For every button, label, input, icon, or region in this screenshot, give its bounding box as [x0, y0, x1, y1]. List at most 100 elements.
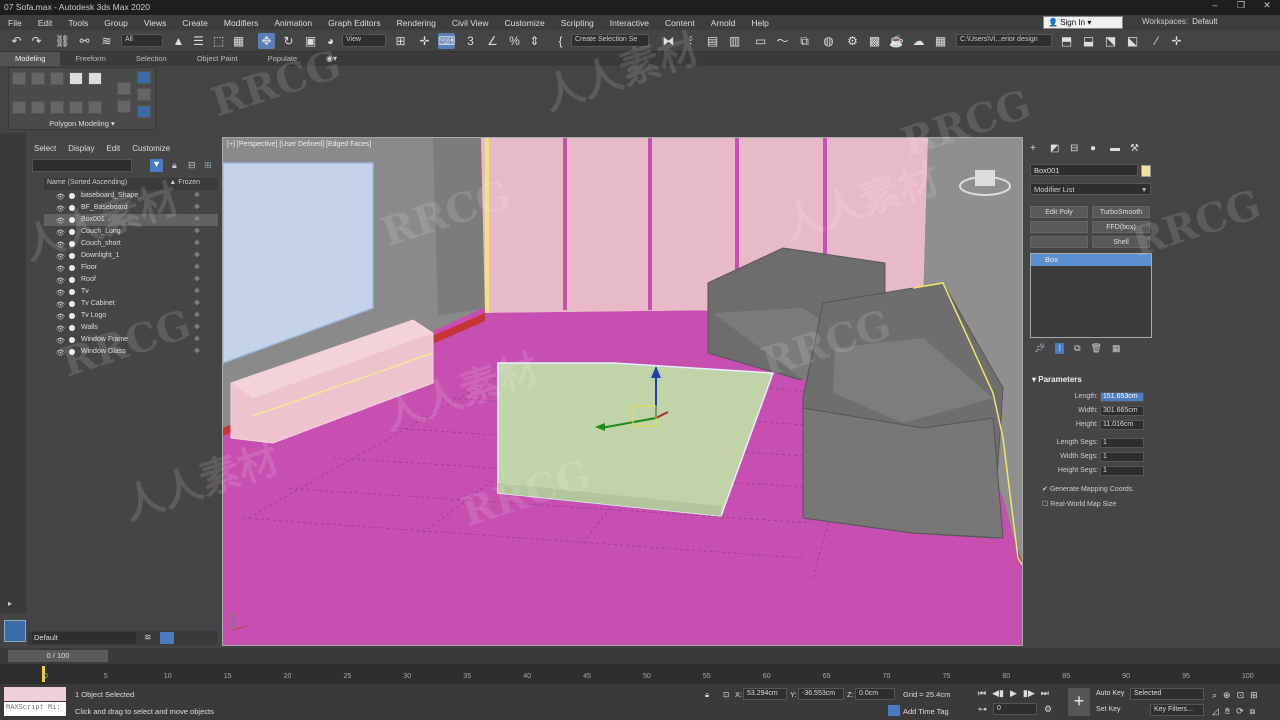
- project-icon-3[interactable]: ⬔: [1102, 33, 1119, 49]
- freeze-toggle-icon[interactable]: ✱: [194, 190, 200, 202]
- real-world-map-checkbox[interactable]: ☐ Real-World Map Size: [1042, 500, 1116, 508]
- toggle-scene-explorer-icon[interactable]: ▤: [704, 33, 721, 49]
- close-icon[interactable]: ✕: [1254, 0, 1280, 15]
- graphite-icon-9[interactable]: [137, 88, 151, 101]
- scene-row[interactable]: 👁︎ Window Glass ✱: [44, 346, 218, 358]
- menu-animation[interactable]: Animation: [266, 18, 320, 28]
- render-setup-icon[interactable]: ⚙: [844, 33, 861, 49]
- modifier-button-shell[interactable]: Shell: [1092, 236, 1150, 248]
- select-and-rotate-icon[interactable]: ↻: [280, 33, 297, 49]
- param-spinner[interactable]: 11.016cm: [1100, 420, 1144, 430]
- toggle-layer-explorer-icon[interactable]: ▥: [726, 33, 743, 49]
- undo-icon[interactable]: ↶: [8, 33, 25, 49]
- freeze-toggle-icon[interactable]: ✱: [194, 286, 200, 298]
- perspective-viewport[interactable]: [+] [Perspective] [User Defined] [Edged …: [222, 137, 1023, 646]
- empty-modifier-slot[interactable]: [1030, 236, 1088, 248]
- layer-stack-icon[interactable]: ≋: [144, 632, 152, 643]
- reference-coord-dropdown[interactable]: View: [342, 34, 386, 47]
- freeze-toggle-icon[interactable]: ✱: [194, 238, 200, 250]
- play-icon[interactable]: ▶: [1010, 688, 1017, 699]
- freeze-toggle-icon[interactable]: ✱: [194, 346, 200, 358]
- a360-gallery-icon[interactable]: ▦: [932, 33, 949, 49]
- spinner-snap-icon[interactable]: ⇕: [526, 33, 543, 49]
- maxscript-listener-output[interactable]: [4, 687, 66, 701]
- render-dot-icon[interactable]: [69, 205, 75, 211]
- current-layer-dropdown[interactable]: Default: [32, 632, 136, 644]
- scene-row[interactable]: 👁︎ Roof ✱: [44, 274, 218, 286]
- edit-named-selection-icon[interactable]: {: [552, 33, 569, 49]
- minimize-icon[interactable]: –: [1202, 0, 1228, 15]
- modifier-button-turbosmooth[interactable]: TurboSmooth: [1092, 206, 1150, 218]
- scene-row[interactable]: 👁︎ Window Frame ✱: [44, 334, 218, 346]
- key-mode-icon[interactable]: ⊶: [978, 704, 987, 715]
- current-frame-field[interactable]: 0: [993, 703, 1037, 715]
- menu-modifiers[interactable]: Modifiers: [216, 18, 266, 28]
- named-selection-sets-dropdown[interactable]: Create Selection Se: [571, 34, 649, 47]
- param-spinner[interactable]: 1: [1100, 466, 1144, 476]
- freeze-toggle-icon[interactable]: ✱: [194, 262, 200, 274]
- lock-icon[interactable]: 🔒︎: [172, 160, 177, 171]
- absolute-mode-icon[interactable]: ⊡: [723, 690, 729, 699]
- render-dot-icon[interactable]: [69, 289, 75, 295]
- render-dot-icon[interactable]: [69, 301, 75, 307]
- freeze-toggle-icon[interactable]: ✱: [194, 226, 200, 238]
- render-production-icon[interactable]: ☕: [888, 33, 905, 49]
- menu-arnold[interactable]: Arnold: [703, 18, 744, 28]
- ribbon-tab-selection[interactable]: Selection: [121, 52, 182, 66]
- graphite-icon-4[interactable]: [69, 101, 83, 114]
- menu-help[interactable]: Help: [743, 18, 776, 28]
- scene-row[interactable]: 👁︎ Walls ✱: [44, 322, 218, 334]
- render-dot-icon[interactable]: [69, 229, 75, 235]
- menu-customize[interactable]: Customize: [497, 18, 553, 28]
- scene-row[interactable]: 👁︎ Tv Logo ✱: [44, 310, 218, 322]
- modifier-button-ffd-box-[interactable]: FFD(box): [1092, 221, 1150, 233]
- selection-filter-dropdown[interactable]: All: [121, 34, 163, 47]
- scene-row[interactable]: 👁︎ Couch_Long ✱: [44, 226, 218, 238]
- scene-search-input[interactable]: [32, 159, 132, 172]
- scene-menu-customize[interactable]: Customize: [126, 144, 176, 153]
- go-to-start-icon[interactable]: ⏮: [978, 688, 986, 699]
- render-dot-icon[interactable]: [69, 349, 75, 355]
- crosshair-icon[interactable]: ✛: [1168, 33, 1185, 49]
- link-icon[interactable]: ⛓: [54, 33, 71, 49]
- zoom-extents-icon[interactable]: ⊡: [1237, 690, 1245, 701]
- visibility-eye-icon[interactable]: 👁︎: [56, 348, 65, 360]
- menu-content[interactable]: Content: [657, 18, 703, 28]
- make-unique-icon[interactable]: ⧉: [1074, 343, 1080, 354]
- time-cursor[interactable]: [42, 666, 45, 682]
- menu-tools[interactable]: Tools: [60, 18, 96, 28]
- render-dot-icon[interactable]: [69, 217, 75, 223]
- expand-arrow-icon[interactable]: ▸: [8, 599, 12, 608]
- utilities-tab-icon[interactable]: ⚒: [1130, 143, 1144, 155]
- modifier-list-dropdown[interactable]: Modifier List ▾: [1030, 183, 1151, 195]
- scene-row[interactable]: 👁︎ Downlight_1 ✱: [44, 250, 218, 262]
- frozen-column-header[interactable]: ▲ Frozen: [169, 179, 200, 186]
- time-tag-icon[interactable]: [888, 705, 900, 716]
- ribbon-options-icon[interactable]: ◉▾: [326, 54, 337, 63]
- polygon-modeling-label[interactable]: Polygon Modeling ▾: [9, 119, 155, 128]
- percent-snap-icon[interactable]: %: [506, 33, 523, 49]
- edge-icon[interactable]: [31, 72, 45, 85]
- x-coordinate[interactable]: 53.294cm: [743, 688, 787, 700]
- mirror-icon[interactable]: ⧓: [660, 33, 677, 49]
- graphite-icon-8[interactable]: [137, 71, 151, 84]
- modify-mode-icon[interactable]: [12, 101, 26, 114]
- redo-icon[interactable]: ↷: [28, 33, 45, 49]
- scene-row[interactable]: 👁︎ Couch_short ✱: [44, 238, 218, 250]
- field-of-view-icon[interactable]: ◿: [1212, 706, 1219, 717]
- freeze-toggle-icon[interactable]: ✱: [194, 214, 200, 226]
- pan-icon[interactable]: ✋︎: [1225, 706, 1230, 717]
- time-configuration-icon[interactable]: ⚙: [1044, 704, 1052, 715]
- viewport-layout-icon[interactable]: [4, 620, 26, 642]
- select-and-scale-icon[interactable]: ▣: [302, 33, 319, 49]
- ribbon-tab-object-paint[interactable]: Object Paint: [182, 52, 253, 66]
- freeze-toggle-icon[interactable]: ✱: [194, 202, 200, 214]
- border-icon[interactable]: [50, 72, 64, 85]
- menu-create[interactable]: Create: [174, 18, 216, 28]
- name-column-header[interactable]: Name (Sorted Ascending): [47, 179, 127, 186]
- add-time-tag[interactable]: Add Time Tag: [903, 707, 949, 716]
- next-frame-icon[interactable]: ▮▶: [1023, 688, 1035, 699]
- project-icon-1[interactable]: ⬒: [1058, 33, 1075, 49]
- place-icon[interactable]: ◕: [322, 33, 339, 49]
- graphite-icon-5[interactable]: [88, 101, 102, 114]
